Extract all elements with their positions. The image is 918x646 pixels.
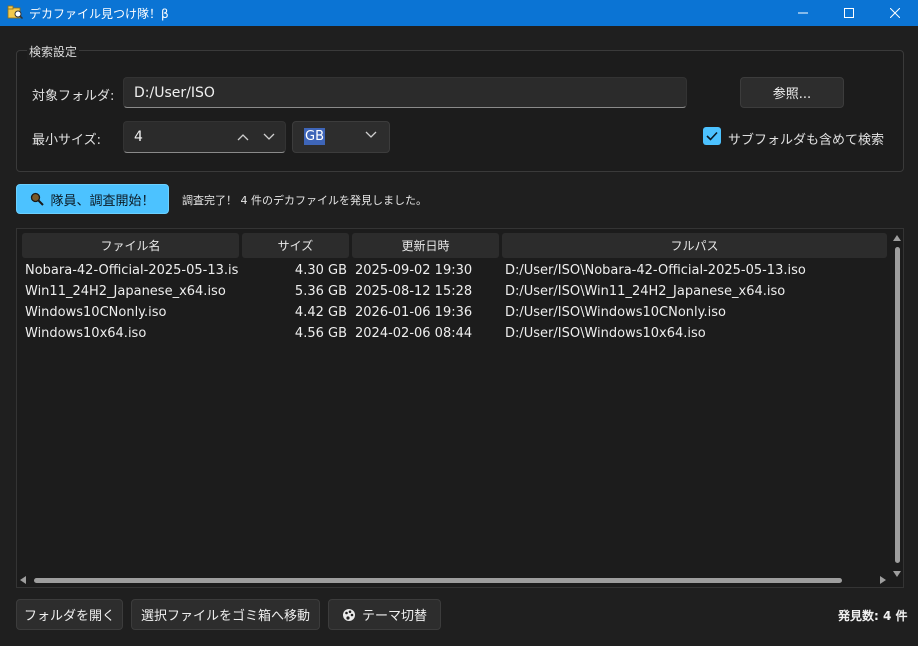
- column-header-size[interactable]: サイズ: [242, 233, 349, 258]
- theme-toggle-button[interactable]: テーマ切替: [328, 599, 441, 630]
- vertical-scroll-thumb[interactable]: [895, 247, 900, 563]
- scroll-right-icon[interactable]: [880, 576, 886, 584]
- open-folder-button[interactable]: フォルダを開く: [16, 599, 123, 630]
- table-cell-size[interactable]: 5.36 GB: [246, 284, 347, 299]
- table-cell-filename[interactable]: Windows10x64.iso: [25, 326, 239, 341]
- found-count: 発見数: 4 件: [838, 609, 908, 623]
- table-cell-size[interactable]: 4.30 GB: [246, 263, 347, 278]
- table-cell-modified[interactable]: 2026-01-06 19:36: [355, 305, 500, 320]
- folder-path-value: D:/User/ISO: [134, 84, 215, 101]
- min-size-value: 4: [134, 129, 143, 145]
- header-label: サイズ: [277, 239, 314, 253]
- scroll-left-icon[interactable]: [20, 576, 26, 584]
- status-message: 調査完了！ 4 件のデカファイルを発見しました。: [182, 194, 427, 207]
- subfolder-checkbox[interactable]: [703, 127, 721, 145]
- min-size-label: 最小サイズ:: [32, 133, 101, 148]
- move-to-trash-label: 選択ファイルをゴミ箱へ移動: [140, 609, 310, 624]
- horizontal-scrollbar[interactable]: [18, 575, 890, 585]
- minimize-button[interactable]: [780, 0, 826, 26]
- table-cell-size[interactable]: 4.42 GB: [246, 305, 347, 320]
- folder-path-input[interactable]: D:/User/ISO: [123, 77, 687, 108]
- table-cell-fullpath[interactable]: D:/User/ISO\Win11_24H2_Japanese_x64.iso: [505, 284, 885, 299]
- table-cell-filename[interactable]: Win11_24H2_Japanese_x64.iso: [25, 284, 239, 299]
- start-search-label: 隊員、調査開始！: [50, 193, 155, 209]
- group-title: 検索設定: [27, 43, 80, 60]
- chevron-up-icon[interactable]: [237, 133, 249, 141]
- title-bar: デカファイル見つけ隊！β: [0, 0, 918, 26]
- unit-select[interactable]: GB: [292, 121, 390, 153]
- close-icon: [890, 8, 900, 18]
- unit-selected-value: GB: [304, 128, 325, 145]
- table-cell-modified[interactable]: 2025-08-12 15:28: [355, 284, 500, 299]
- header-label: 更新日時: [401, 239, 450, 253]
- folder-label: 対象フォルダ:: [32, 89, 115, 104]
- search-settings-group: [16, 50, 904, 172]
- chevron-down-icon: [365, 131, 377, 138]
- min-size-spinbox[interactable]: 4: [123, 121, 286, 153]
- header-label: フルパス: [670, 239, 719, 253]
- minimize-icon: [798, 12, 808, 14]
- results-table: [16, 228, 904, 588]
- table-cell-filename[interactable]: Windows10CNonly.iso: [25, 305, 239, 320]
- theme-toggle-label: テーマ切替: [361, 609, 427, 624]
- column-header-fullpath[interactable]: フルパス: [502, 233, 887, 258]
- folder-search-icon: [7, 5, 23, 20]
- maximize-button[interactable]: [826, 0, 872, 26]
- browse-label: 参照...: [772, 87, 812, 102]
- maximize-icon: [844, 8, 854, 18]
- move-to-trash-button[interactable]: 選択ファイルをゴミ箱へ移動: [131, 599, 320, 630]
- table-cell-fullpath[interactable]: D:/User/ISO\Windows10CNonly.iso: [505, 305, 885, 320]
- scroll-down-icon[interactable]: [893, 571, 901, 577]
- open-folder-label: フォルダを開く: [23, 609, 115, 624]
- horizontal-scroll-thumb[interactable]: [34, 578, 842, 583]
- table-cell-filename[interactable]: Nobara-42-Official-2025-05-13.iso: [25, 263, 239, 278]
- header-label: ファイル名: [100, 239, 161, 253]
- chevron-down-icon[interactable]: [263, 133, 275, 141]
- browse-button[interactable]: 参照...: [740, 77, 844, 108]
- table-cell-modified[interactable]: 2025-09-02 19:30: [355, 263, 500, 278]
- scroll-up-icon[interactable]: [893, 235, 901, 241]
- start-search-button[interactable]: 隊員、調査開始！: [16, 184, 169, 214]
- search-icon: [31, 192, 45, 206]
- table-cell-modified[interactable]: 2024-02-06 08:44: [355, 326, 500, 341]
- vertical-scrollbar[interactable]: [892, 233, 902, 581]
- column-header-modified[interactable]: 更新日時: [352, 233, 499, 258]
- subfolder-label[interactable]: サブフォルダも含めて検索: [728, 129, 884, 148]
- checkmark-icon: [706, 131, 718, 141]
- table-cell-fullpath[interactable]: D:/User/ISO\Windows10x64.iso: [505, 326, 885, 341]
- column-header-filename[interactable]: ファイル名: [22, 233, 239, 258]
- table-cell-size[interactable]: 4.56 GB: [246, 326, 347, 341]
- window-title: デカファイル見つけ隊！β: [29, 7, 169, 21]
- table-cell-fullpath[interactable]: D:/User/ISO\Nobara-42-Official-2025-05-1…: [505, 263, 885, 278]
- palette-icon: [342, 608, 355, 621]
- close-button[interactable]: [872, 0, 918, 26]
